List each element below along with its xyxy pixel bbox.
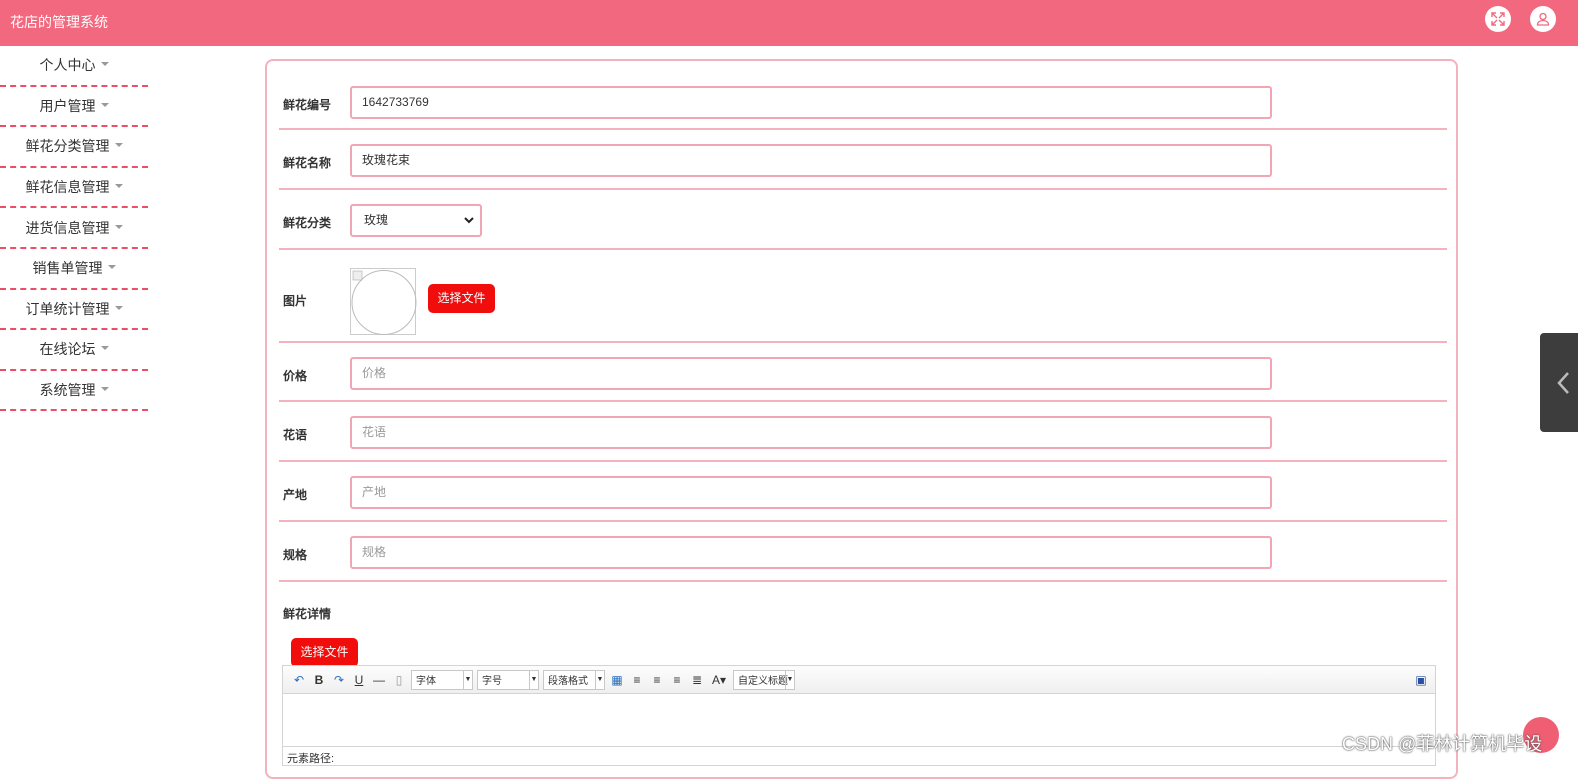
sidebar-item-flower-info[interactable]: 鲜花信息管理 — [0, 168, 148, 209]
choose-detail-file-button[interactable]: 选择文件 — [291, 638, 358, 667]
align-justify-icon[interactable]: ≣ — [687, 673, 707, 687]
sidebar-item-sales-order[interactable]: 销售单管理 — [0, 249, 148, 290]
form-row-origin: 产地 产地 — [279, 462, 1447, 522]
caret-down-icon — [100, 62, 109, 67]
dropdown-arrow-icon: ▼ — [595, 670, 604, 689]
sidebar-item-label: 在线论坛 — [39, 341, 96, 358]
sidebar-item-label: 鲜花信息管理 — [25, 179, 110, 196]
caret-down-icon — [114, 143, 123, 148]
origin-label: 产地 — [283, 488, 308, 502]
form-row-language: 花语 花语 — [279, 402, 1447, 462]
form-row-image: 图片 选择文件 — [279, 250, 1447, 343]
name-label: 鲜花名称 — [283, 156, 332, 170]
underline-icon[interactable]: U — [349, 673, 369, 687]
sidebar-item-personal-center[interactable]: 个人中心 — [0, 46, 148, 87]
sidebar-item-label: 系统管理 — [39, 382, 96, 399]
dropdown-arrow-icon: ▼ — [785, 670, 794, 689]
font-size-select[interactable]: 字号 ▼ — [477, 669, 539, 690]
custom-title-select[interactable]: 自定义标题 ▼ — [733, 669, 795, 690]
category-select[interactable]: 玫瑰 — [350, 204, 482, 237]
spec-input[interactable]: 规格 — [350, 536, 1272, 569]
element-path-label: 元素路径: — [287, 753, 335, 765]
category-label: 鲜花分类 — [283, 216, 332, 230]
origin-input[interactable]: 产地 — [350, 476, 1272, 509]
user-icon[interactable] — [1530, 6, 1556, 32]
align-left-icon[interactable]: ≡ — [627, 673, 647, 687]
caret-down-icon — [107, 265, 116, 270]
image-preview — [350, 268, 417, 335]
font-color-icon[interactable]: A▾ — [707, 673, 731, 687]
chevron-down-icon — [464, 217, 474, 224]
font-combo-label: 字体 — [416, 676, 436, 687]
detail-label: 鲜花详情 — [283, 607, 332, 621]
name-input[interactable]: 玫瑰花束 — [350, 144, 1272, 177]
sidebar-menu: 个人中心 用户管理 鲜花分类管理 鲜花信息管理 进货信息管理 销售单管理 订单统… — [0, 46, 148, 412]
form-row-spec: 规格 规格 — [279, 522, 1447, 582]
undo-icon[interactable]: ↶ — [289, 673, 309, 687]
form-row-name: 鲜花名称 玫瑰花束 — [279, 130, 1447, 190]
price-input[interactable]: 价格 — [350, 357, 1272, 390]
sidebar-item-user-management[interactable]: 用户管理 — [0, 87, 148, 128]
sidebar-item-forum[interactable]: 在线论坛 — [0, 330, 148, 371]
fullscreen-icon[interactable] — [1485, 6, 1511, 32]
redo-icon[interactable]: ↷ — [329, 673, 349, 687]
choose-image-file-button[interactable]: 选择文件 — [428, 284, 495, 313]
size-combo-label: 字号 — [482, 676, 502, 687]
sidebar-item-system[interactable]: 系统管理 — [0, 371, 148, 412]
align-center-icon[interactable]: ≡ — [667, 673, 687, 687]
code-input[interactable]: 1642733769 — [350, 86, 1272, 119]
code-label: 鲜花编号 — [283, 98, 332, 112]
sidebar-item-order-stats[interactable]: 订单统计管理 — [0, 290, 148, 331]
caret-down-icon — [100, 346, 109, 351]
bold-icon[interactable]: B — [309, 673, 329, 687]
paragraph-format-select[interactable]: 段落格式 ▼ — [543, 669, 605, 690]
sidebar-item-label: 鲜花分类管理 — [25, 138, 110, 155]
language-input[interactable]: 花语 — [350, 416, 1272, 449]
editor-path-divider — [283, 746, 1435, 747]
sidebar-item-label: 进货信息管理 — [25, 219, 110, 236]
sidebar-item-purchase-info[interactable]: 进货信息管理 — [0, 208, 148, 249]
chevron-left-icon — [1557, 372, 1569, 394]
sidebar-item-label: 订单统计管理 — [25, 300, 110, 317]
dropdown-arrow-icon: ▼ — [529, 670, 538, 689]
caret-down-icon — [100, 102, 109, 107]
category-selected-value: 玫瑰 — [364, 213, 389, 227]
custom-title-combo-label: 自定义标题 — [738, 676, 788, 687]
caret-down-icon — [100, 387, 109, 392]
price-label: 价格 — [283, 369, 308, 383]
fullscreen-editor-icon[interactable]: ▣ — [1411, 673, 1431, 687]
language-label: 花语 — [283, 428, 308, 442]
caret-down-icon — [114, 305, 123, 310]
watermark: CSDN @菲林计算机毕设 — [1342, 734, 1543, 754]
align-right-icon[interactable]: ≡ — [647, 673, 667, 687]
sidebar-item-flower-category[interactable]: 鲜花分类管理 — [0, 127, 148, 168]
caret-down-icon — [114, 184, 123, 189]
paragraph-combo-label: 段落格式 — [548, 676, 588, 687]
dropdown-arrow-icon: ▼ — [463, 670, 472, 689]
app-title: 花店的管理系统 — [10, 14, 108, 30]
page-icon[interactable]: ▯ — [389, 673, 409, 687]
sidebar-item-label: 个人中心 — [39, 57, 96, 74]
form-row-code: 鲜花编号 1642733769 — [279, 69, 1447, 130]
form-row-category: 鲜花分类 玫瑰 — [279, 190, 1447, 250]
side-panel-toggle[interactable] — [1540, 333, 1578, 432]
table-icon[interactable]: ▦ — [607, 673, 627, 687]
horizontal-rule-icon[interactable]: — — [369, 673, 389, 687]
font-family-select[interactable]: 字体 ▼ — [411, 669, 473, 690]
form-row-price: 价格 价格 — [279, 343, 1447, 402]
image-label: 图片 — [283, 294, 308, 308]
spec-label: 规格 — [283, 548, 308, 562]
sidebar-item-label: 用户管理 — [39, 97, 96, 114]
sidebar-item-label: 销售单管理 — [32, 260, 103, 277]
caret-down-icon — [114, 224, 123, 229]
top-header: 花店的管理系统 — [0, 0, 1578, 46]
editor-toolbar: ↶ B ↷ U — ▯ 字体 ▼ 字号 ▼ 段落格式 ▼ ▦ ≡ ≡ ≡ ≣ A▾ 自… — [283, 666, 1435, 694]
rich-text-editor: ↶ B ↷ U — ▯ 字体 ▼ 字号 ▼ 段落格式 ▼ ▦ ≡ ≡ ≡ ≣ A▾ 自… — [282, 665, 1436, 766]
